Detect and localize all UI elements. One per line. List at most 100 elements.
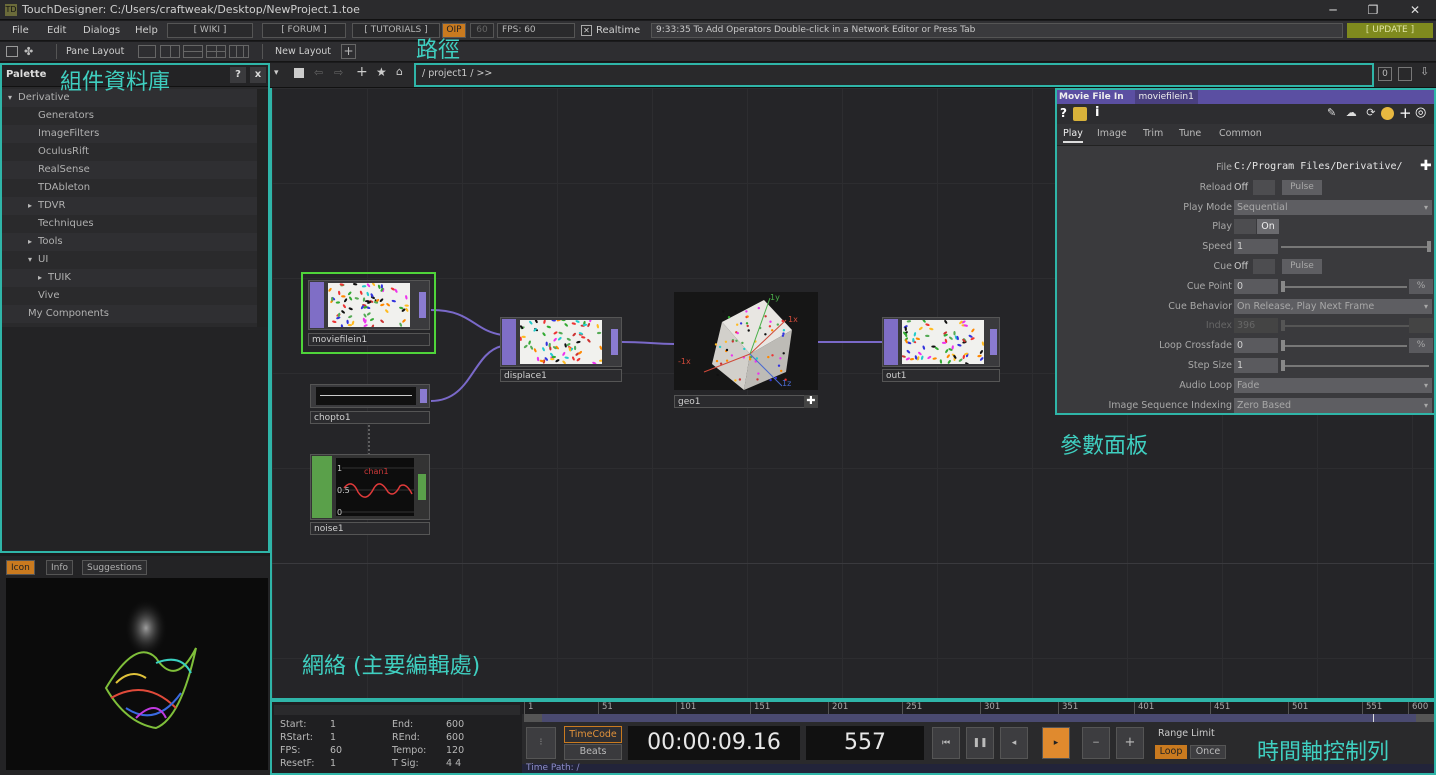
home-icon[interactable]: ⌂	[396, 65, 403, 78]
slider-knob[interactable]	[1427, 241, 1431, 253]
setting-value[interactable]: 1	[330, 719, 336, 730]
setting-value[interactable]: 600	[446, 732, 464, 743]
value-field[interactable]: 0	[1234, 338, 1278, 354]
setting-value[interactable]: 60	[330, 745, 342, 756]
pause-icon[interactable]: ❚❚	[966, 727, 994, 759]
param-tool-icons[interactable]: ✎ ☁ ⟳	[1327, 106, 1378, 119]
realtime-checkbox[interactable]: ✕	[581, 25, 592, 36]
setting-value[interactable]: 120	[446, 745, 464, 756]
slider-track[interactable]	[1281, 345, 1407, 348]
viewer-toggle-icon[interactable]: 0	[1378, 67, 1392, 81]
timeline-range-bar[interactable]	[524, 714, 1434, 722]
range-start-handle[interactable]	[524, 714, 542, 722]
chevron-right-icon[interactable]: ▸	[28, 233, 38, 251]
python-icon[interactable]	[1381, 107, 1394, 120]
palette-item[interactable]: TDAbleton	[2, 179, 257, 197]
menu-file[interactable]: File	[12, 25, 29, 36]
tab-icon[interactable]: Icon	[6, 560, 35, 575]
target-icon[interactable]: ◎	[1415, 105, 1426, 120]
chevron-down-icon[interactable]: ▾	[274, 68, 279, 78]
node-name-label[interactable]: moviefilein1	[308, 333, 430, 346]
node-flag-strip[interactable]	[310, 282, 324, 328]
update-button[interactable]: [ UPDATE ]	[1347, 23, 1433, 38]
menu-edit[interactable]: Edit	[47, 25, 66, 36]
python-help-icon[interactable]	[1073, 107, 1087, 121]
setting-value[interactable]: 1	[330, 732, 336, 743]
timecode-display[interactable]: 00:00:09.16	[628, 726, 800, 760]
once-button[interactable]: Once	[1190, 745, 1226, 759]
setting-value[interactable]: 600	[446, 719, 464, 730]
node-name-label[interactable]: out1	[882, 369, 1000, 382]
maximize-pane-icon[interactable]	[1398, 67, 1412, 81]
unit-menu[interactable]: %	[1409, 338, 1433, 354]
palette-item[interactable]: Generators	[2, 107, 257, 125]
node-name-label[interactable]: chopto1	[310, 411, 430, 424]
palette-item[interactable]: ▾ UI	[2, 251, 257, 269]
slider-track[interactable]	[1281, 285, 1407, 288]
step-back-icon[interactable]: ◂	[1000, 727, 1028, 759]
add-file-icon[interactable]: ✚	[1420, 158, 1432, 174]
beats-toggle[interactable]: Beats	[564, 744, 622, 760]
minimize-icon[interactable]: ─	[1318, 0, 1348, 20]
fps-cap-field[interactable]: 60	[470, 23, 494, 38]
slider-track[interactable]	[1281, 246, 1429, 249]
node-output-connector[interactable]	[611, 329, 618, 355]
add-custom-param-icon[interactable]: +	[1399, 104, 1412, 122]
menu-dialogs[interactable]: Dialogs	[83, 25, 120, 36]
back-icon[interactable]: ⇦	[314, 66, 323, 79]
palette-item[interactable]: ImageFilters	[2, 125, 257, 143]
toggle-switch[interactable]	[1234, 219, 1256, 235]
playhead-marker[interactable]	[1373, 714, 1374, 722]
node-output-connector[interactable]	[419, 292, 426, 318]
range-end-handle[interactable]	[1416, 714, 1434, 722]
forum-button[interactable]: [ FORUM ]	[262, 23, 346, 38]
increment-icon[interactable]: +	[1116, 727, 1144, 759]
slider-knob[interactable]	[1281, 360, 1285, 371]
info-icon[interactable]: i	[1095, 105, 1099, 120]
tab-play[interactable]: Play	[1063, 128, 1083, 143]
dropdown-play-mode[interactable]: Sequential ▾	[1234, 199, 1432, 215]
dropdown-audio-loop[interactable]: Fade ▾	[1234, 377, 1432, 393]
file-path-field[interactable]: C:/Program Files/Derivative/	[1234, 161, 1403, 172]
help-icon[interactable]: ?	[1060, 106, 1067, 120]
layout-triple-icon[interactable]	[229, 45, 249, 58]
timecode-toggle[interactable]: TimeCode	[564, 726, 622, 743]
palette-close-button[interactable]: x	[250, 67, 266, 83]
add-layout-button[interactable]: +	[341, 44, 356, 59]
geo-add-icon[interactable]: ✚	[804, 395, 818, 408]
toggle-switch[interactable]	[1253, 259, 1275, 274]
forward-icon[interactable]: ⇨	[334, 66, 343, 79]
menu-help[interactable]: Help	[135, 25, 158, 36]
value-field[interactable]: 0	[1234, 278, 1278, 294]
palette-item[interactable]: OculusRift	[2, 143, 257, 161]
decrement-icon[interactable]: −	[1082, 727, 1110, 759]
op-name-field[interactable]: moviefilein1	[1134, 90, 1198, 104]
wiki-button[interactable]: [ WIKI ]	[167, 23, 253, 38]
pin-icon[interactable]: ⇩	[1420, 65, 1429, 78]
value-field[interactable]: 1	[1234, 358, 1278, 373]
pulse-button[interactable]: Pulse	[1282, 179, 1322, 195]
palette-item[interactable]: ▸ Tools	[2, 233, 257, 251]
chevron-down-icon[interactable]: ▾	[28, 251, 38, 269]
pane-split-icon[interactable]	[6, 46, 18, 57]
stop-icon[interactable]	[294, 68, 304, 78]
node-output-connector[interactable]	[418, 474, 426, 500]
value-field[interactable]: 1	[1234, 239, 1278, 255]
pulse-button[interactable]: Pulse	[1282, 259, 1322, 274]
layout-single-icon[interactable]	[138, 45, 156, 58]
node-output-connector[interactable]	[420, 389, 427, 403]
palette-item[interactable]: RealSense	[2, 161, 257, 179]
palette-scrollbar[interactable]	[257, 89, 268, 327]
add-icon[interactable]: +	[356, 64, 368, 80]
node-flag-strip[interactable]	[884, 319, 898, 365]
play-icon[interactable]: ▸	[1042, 727, 1070, 759]
node-flag-strip[interactable]	[502, 319, 516, 365]
node-name-label[interactable]: displace1	[500, 369, 622, 382]
dropdown-cue-behavior[interactable]: On Release, Play Next Frame ▾	[1234, 298, 1432, 314]
palette-item[interactable]: ▸ TDVR	[2, 197, 257, 215]
pane-menu-icon[interactable]: ✤	[24, 45, 33, 58]
tab-trim[interactable]: Trim	[1143, 128, 1163, 139]
chevron-right-icon[interactable]: ▸	[28, 197, 38, 215]
chop-flag-strip[interactable]	[312, 456, 332, 518]
node-output-connector[interactable]	[990, 329, 997, 355]
